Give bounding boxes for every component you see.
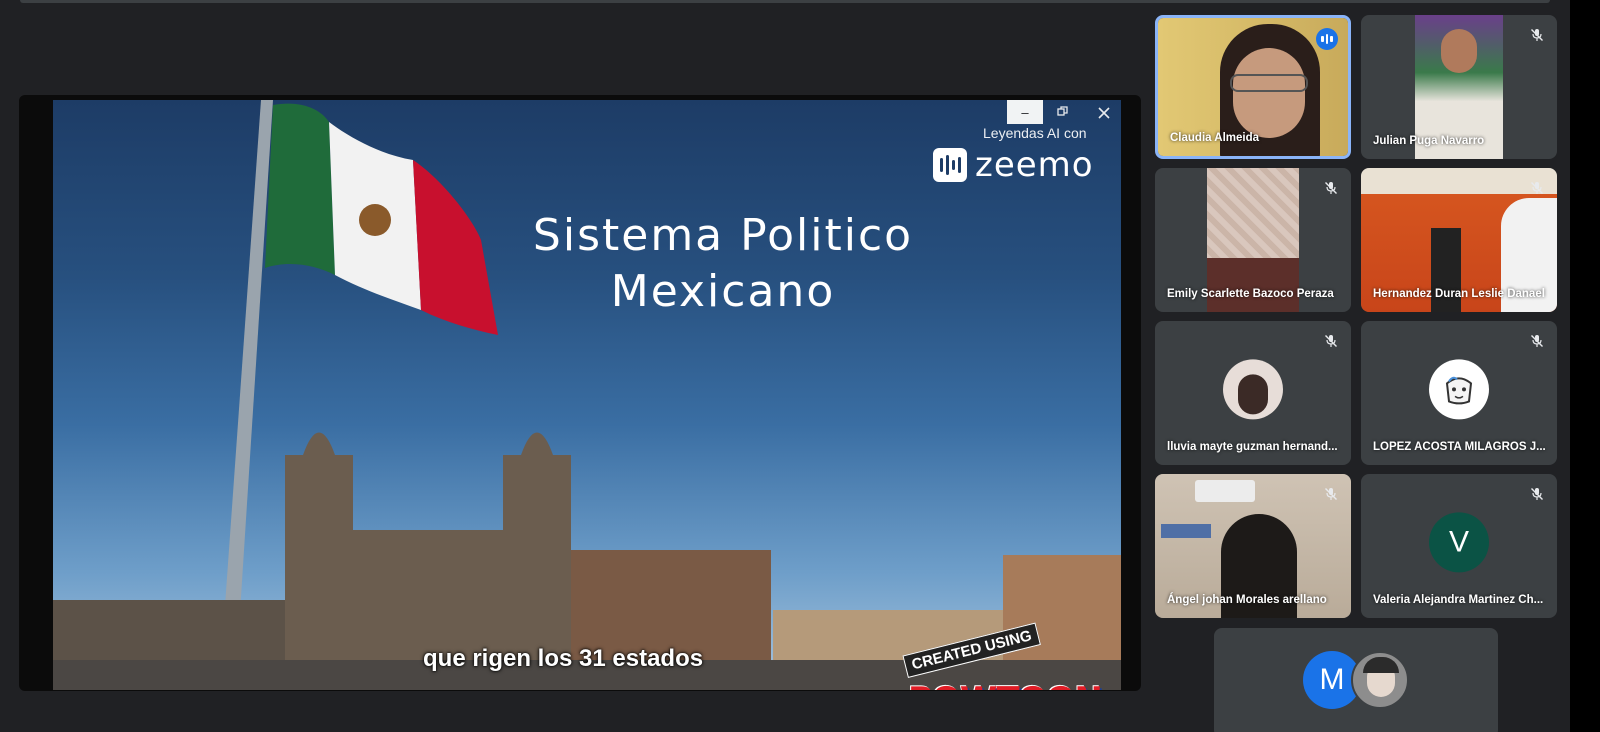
mic-off-icon <box>1321 484 1341 504</box>
mic-off-icon <box>1527 25 1547 45</box>
participant-name: Julian Puga Navarro <box>1373 135 1485 147</box>
participant-tile-emily[interactable]: Emily Scarlette Bazoco Peraza <box>1155 168 1351 312</box>
mic-off-icon <box>1321 178 1341 198</box>
top-bar-edge <box>20 0 1550 3</box>
participant-name: Claudia Almeida <box>1170 132 1260 144</box>
participant-tile-lluvia[interactable]: lluvia mayte guzman hernand... <box>1155 321 1351 465</box>
zeemo-mark-icon <box>933 148 967 182</box>
zeemo-wordmark: zeemo <box>975 145 1094 185</box>
participant-name: lluvia mayte guzman hernand... <box>1167 441 1338 453</box>
mic-off-icon <box>1527 178 1547 198</box>
meeting-stage: Leyendas AI con zeemo Sistema Politico M… <box>0 0 1570 732</box>
participant-name: Emily Scarlette Bazoco Peraza <box>1167 288 1334 300</box>
participant-name: LOPEZ ACOSTA MILAGROS J... <box>1373 441 1546 453</box>
participant-tile-valeria[interactable]: V Valeria Alejandra Martinez Ch... <box>1361 474 1557 618</box>
avatar <box>1429 359 1489 420</box>
cartoon-avatar-icon <box>1445 376 1473 405</box>
close-icon[interactable] <box>1092 101 1116 125</box>
avatar <box>1351 651 1409 709</box>
participant-tile-claudia[interactable]: Claudia Almeida <box>1155 15 1351 159</box>
participant-tile-lopez[interactable]: LOPEZ ACOSTA MILAGROS J... <box>1361 321 1557 465</box>
minimize-button[interactable]: – <box>1007 100 1043 124</box>
scrollbar[interactable] <box>1570 0 1600 732</box>
slide-title-line2: Mexicano <box>610 266 836 317</box>
participant-tile-angel[interactable]: Ángel johan Morales arellano <box>1155 474 1351 618</box>
mic-off-icon <box>1527 484 1547 504</box>
powtoon-watermark: CREATED USING POWTOON <box>902 622 1103 690</box>
participant-name: Valeria Alejandra Martinez Ch... <box>1373 594 1544 606</box>
avatar-letter: M <box>1319 663 1345 696</box>
slide-title: Sistema Politico Mexicano <box>483 208 963 320</box>
mic-off-icon <box>1321 331 1341 351</box>
avatar: V <box>1429 512 1489 573</box>
slide-caption: que rigen los 31 estados <box>423 645 704 672</box>
avatar-letter: V <box>1448 525 1469 559</box>
avatar <box>1223 359 1283 420</box>
zeemo-logo: zeemo <box>933 145 1094 185</box>
mic-off-icon <box>1527 331 1547 351</box>
participant-tile-hernandez[interactable]: Hernandez Duran Leslie Danael <box>1361 168 1557 312</box>
speaking-indicator-icon <box>1316 28 1338 50</box>
mexican-flag <box>265 103 498 335</box>
participant-tile-julian[interactable]: Julian Puga Navarro <box>1361 15 1557 159</box>
restore-icon[interactable] <box>1054 103 1070 119</box>
slide-scenery <box>53 100 1121 690</box>
more-participants-tile[interactable]: M <box>1214 628 1498 732</box>
presentation-tile[interactable]: Leyendas AI con zeemo Sistema Politico M… <box>19 95 1141 691</box>
powtoon-wordmark: POWTOON <box>908 680 1103 690</box>
presented-slide: Leyendas AI con zeemo Sistema Politico M… <box>53 100 1121 690</box>
participant-name: Ángel johan Morales arellano <box>1167 594 1327 606</box>
zeemo-credit: Leyendas AI con <box>983 125 1087 141</box>
participant-name: Hernandez Duran Leslie Danael <box>1373 288 1545 300</box>
slide-title-line1: Sistema Politico <box>532 210 914 261</box>
